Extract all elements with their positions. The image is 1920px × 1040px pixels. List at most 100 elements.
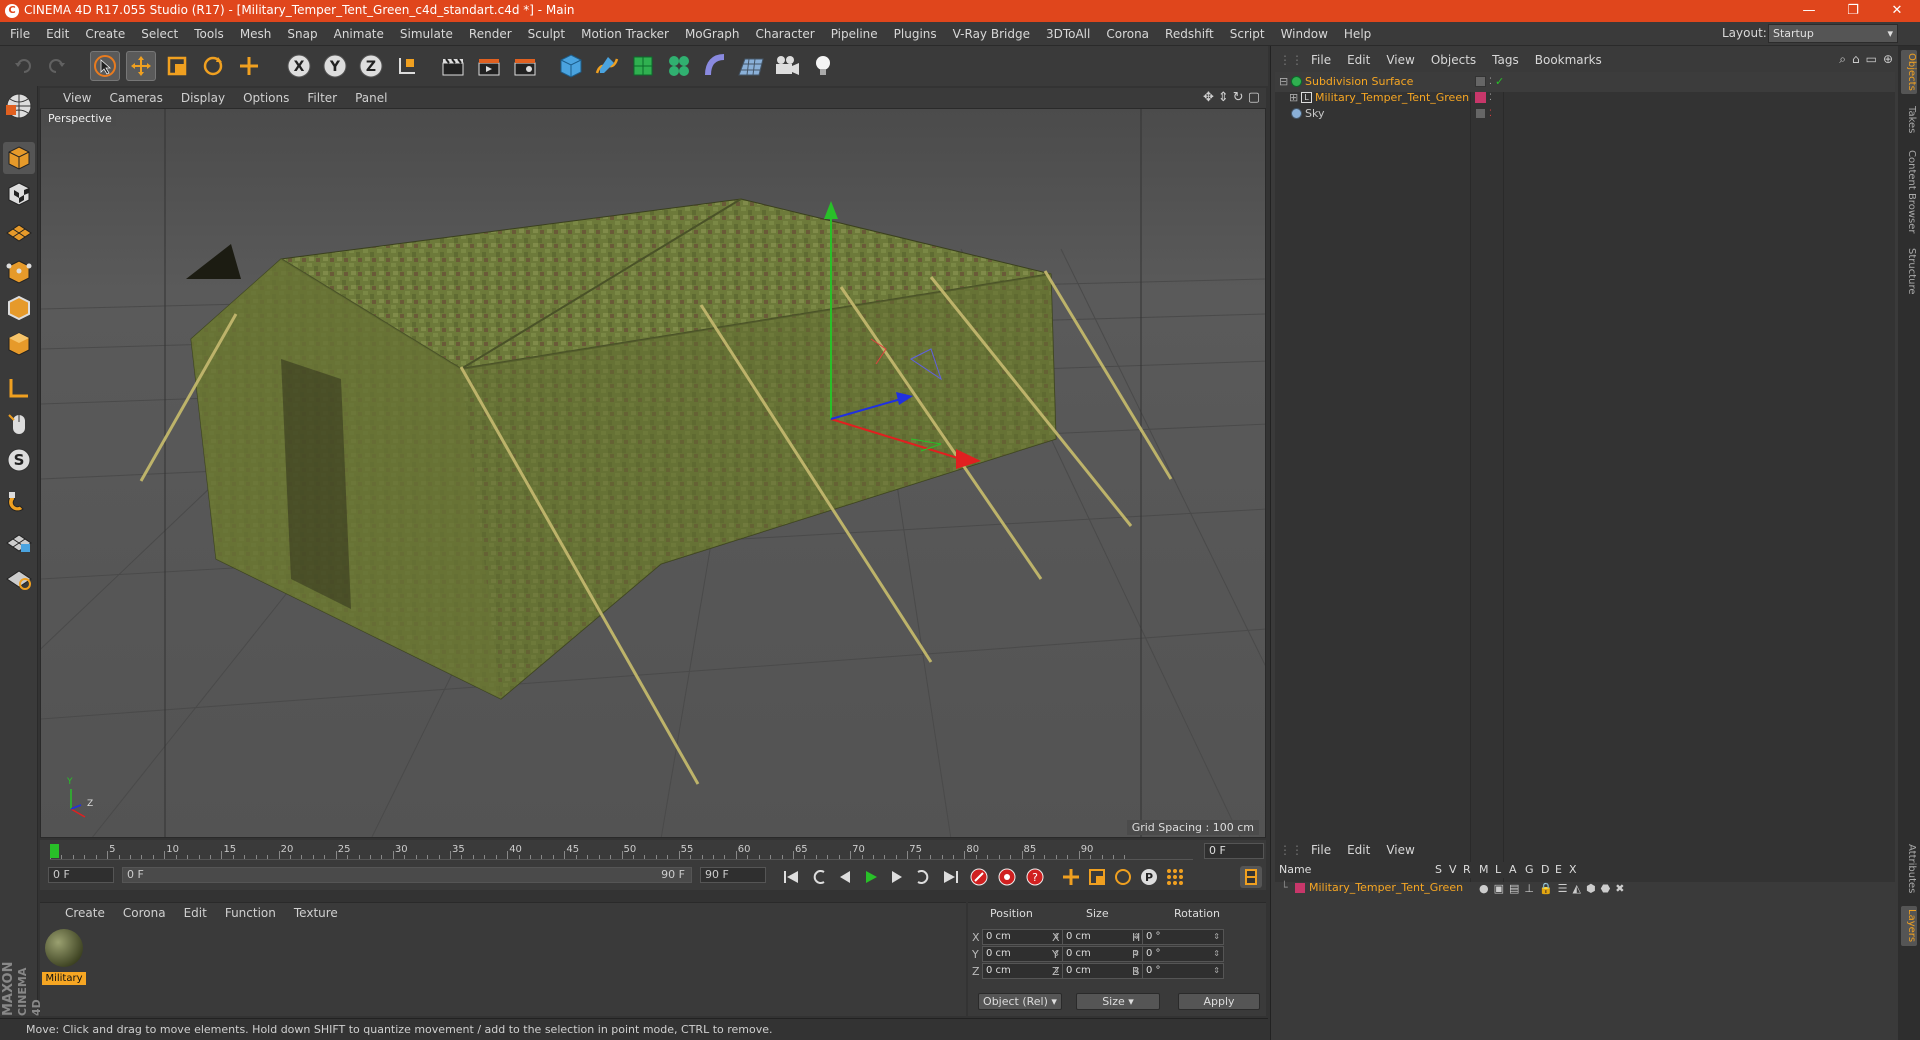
viewport-menu-display[interactable]: Display [172,88,234,108]
next-key-button[interactable] [912,866,934,888]
keyframe-selection-button[interactable]: ? [1024,866,1046,888]
render-view-button[interactable] [438,51,468,81]
new-view-icon[interactable]: ▭ [1866,52,1877,67]
layer-box-icon[interactable] [1475,76,1486,87]
edges-mode-button[interactable] [3,292,35,324]
layer-column-l[interactable]: L [1495,862,1501,878]
layer-menu-view[interactable]: View [1378,840,1422,860]
viewport-menu-panel[interactable]: Panel [346,88,396,108]
object-menu-view[interactable]: View [1378,50,1422,70]
menu-animate[interactable]: Animate [326,22,392,46]
camera-label[interactable]: Perspective [44,111,116,126]
pan-icon[interactable]: ✥ [1203,90,1214,105]
visibility-dots-icon[interactable]: ⁚ [1489,104,1492,124]
menu-script[interactable]: Script [1222,22,1273,46]
move-tool-button[interactable] [126,51,156,81]
points-mode-button[interactable] [3,256,35,288]
coordinate-mode-select[interactable]: Object (Rel) ▾ [978,993,1062,1010]
layer-flag-icons[interactable]: ●▣▤⊥🔒☰◭⬢⬣✖ [1479,881,1629,897]
texture-mode-button[interactable] [3,178,35,210]
deformer-button[interactable] [700,51,730,81]
tab-structure[interactable]: Structure [1901,244,1917,298]
menu-mesh[interactable]: Mesh [232,22,280,46]
preview-range-slider[interactable]: 0 F 90 F [122,867,692,883]
layer-row[interactable]: └ Military_Temper_Tent_Green ●▣▤⊥🔒☰◭⬢⬣✖ [1275,880,1895,896]
layer-column-m[interactable]: M [1479,862,1489,878]
menu-plugins[interactable]: Plugins [886,22,945,46]
close-button[interactable]: ✕ [1875,0,1919,22]
menu-sculpt[interactable]: Sculpt [520,22,573,46]
tab-takes[interactable]: Takes [1901,102,1917,138]
menu-snap[interactable]: Snap [279,22,325,46]
timeline-window-button[interactable] [1240,866,1262,888]
key-position-button[interactable] [1060,866,1082,888]
go-to-start-button[interactable] [780,866,802,888]
spinner-icon[interactable]: ⇕ [1213,930,1220,944]
dolly-icon[interactable]: ⇕ [1218,90,1229,105]
layout-select[interactable]: Startup ▾ [1768,24,1898,43]
layer-column-r[interactable]: R [1463,862,1471,878]
snap-button[interactable]: S [3,444,35,476]
current-frame-field[interactable]: 0 F [1204,843,1264,859]
material-menu-function[interactable]: Function [216,903,285,923]
menu-tools[interactable]: Tools [186,22,232,46]
object-menu-tags[interactable]: Tags [1484,50,1527,70]
layer-name[interactable]: Military_Temper_Tent_Green [1309,880,1463,896]
z-axis-lock-button[interactable]: Z [356,51,386,81]
coordinate-system-button[interactable] [392,51,422,81]
transform-tool-button[interactable] [234,51,264,81]
layer-column-v[interactable]: V [1449,862,1457,878]
undo-button[interactable] [8,51,38,81]
auto-key-button[interactable] [996,866,1018,888]
material-swatch[interactable]: Military [42,927,86,987]
layer-column-d[interactable]: D [1541,862,1549,878]
apply-button[interactable]: Apply [1178,993,1260,1010]
menu-create[interactable]: Create [77,22,133,46]
layer-column-a[interactable]: A [1509,862,1517,878]
tab-objects[interactable]: Objects [1901,50,1917,94]
timeline-ruler[interactable]: 051015202530354045505560657075808590 0 F [40,840,1266,862]
start-frame-field[interactable]: 0 F [48,867,114,883]
layer-column-s[interactable]: S [1435,862,1442,878]
key-rotation-button[interactable] [1112,866,1134,888]
pin-icon[interactable]: ⊕ [1883,52,1893,67]
menu-corona[interactable]: Corona [1098,22,1157,46]
tab-layers[interactable]: Layers [1901,906,1917,946]
end-frame-field[interactable]: 90 F [700,867,766,883]
frame-ruler[interactable]: 051015202530354045505560657075808590 [50,842,1193,860]
orbit-icon[interactable]: ↻ [1233,90,1244,105]
y-axis-lock-button[interactable]: Y [320,51,350,81]
layer-menu-edit[interactable]: Edit [1339,840,1378,860]
tab-content-browser[interactable]: Content Browser [1901,146,1917,238]
record-button[interactable] [968,866,990,888]
viewport-menu-view[interactable]: View [54,88,100,108]
cube-object-button[interactable] [556,51,586,81]
viewport-menu-filter[interactable]: Filter [298,88,346,108]
workplane-axis-button[interactable] [3,562,35,594]
layer-color-swatch[interactable] [1295,883,1305,893]
menu-character[interactable]: Character [747,22,822,46]
material-menu-texture[interactable]: Texture [285,903,347,923]
model-mode-button[interactable] [3,142,35,174]
object-row-sky[interactable]: Sky ⁚ [1275,104,1895,124]
magnet-button[interactable] [3,486,35,518]
pen-spline-button[interactable] [592,51,622,81]
tab-attributes[interactable]: Attributes [1901,840,1917,898]
render-picture-viewer-button[interactable] [474,51,504,81]
menu-pipeline[interactable]: Pipeline [823,22,886,46]
menu-file[interactable]: File [2,22,38,46]
redo-button[interactable] [42,51,72,81]
layer-column-x[interactable]: X [1569,862,1577,878]
scale-tool-button[interactable] [162,51,192,81]
object-name[interactable]: Sky [1305,104,1324,124]
maximize-button[interactable]: ❐ [1831,0,1875,22]
layer-column-g[interactable]: G [1525,862,1534,878]
previous-key-button[interactable] [808,866,830,888]
home-icon[interactable]: ⌂ [1852,52,1860,67]
rotation-field[interactable]: 0 ° ⇕ [1142,963,1224,979]
object-menu-bookmarks[interactable]: Bookmarks [1527,50,1610,70]
menu-v-ray-bridge[interactable]: V-Ray Bridge [945,22,1038,46]
rotate-tool-button[interactable] [198,51,228,81]
material-menu-corona[interactable]: Corona [114,903,175,923]
layer-column-name[interactable]: Name [1279,862,1311,878]
